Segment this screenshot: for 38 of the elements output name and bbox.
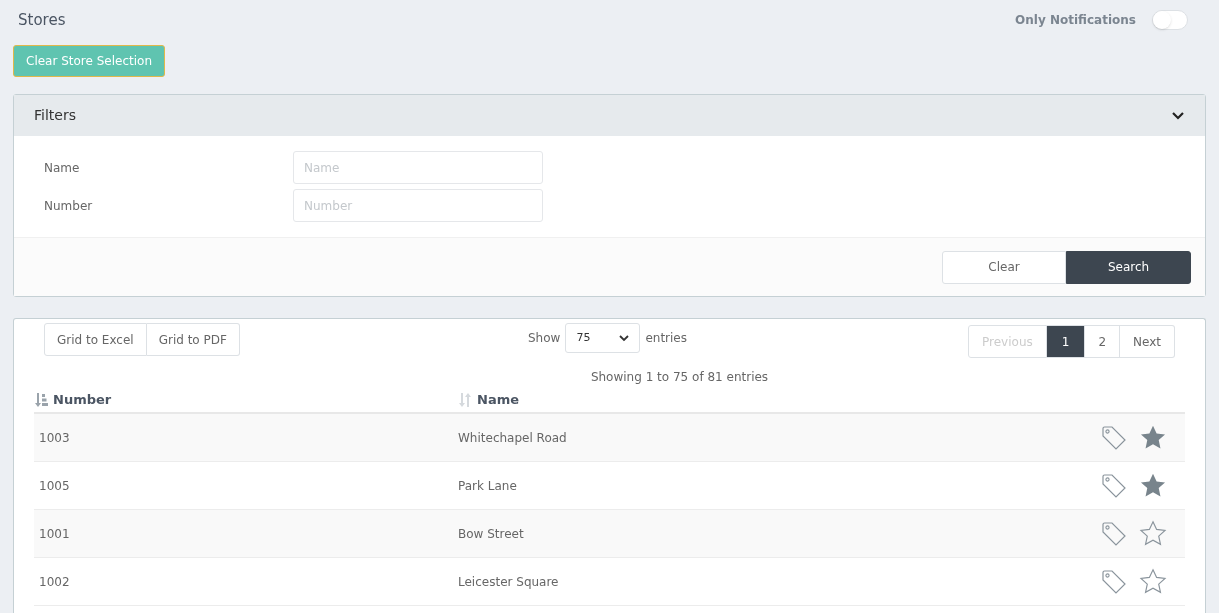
column-header[interactable]: Name bbox=[458, 390, 1185, 410]
sort-icon bbox=[458, 393, 472, 407]
page-button[interactable]: Next bbox=[1120, 325, 1175, 358]
export-button[interactable]: Grid to PDF bbox=[146, 323, 240, 356]
tag-icon[interactable] bbox=[1101, 520, 1127, 547]
show-label: Show bbox=[528, 330, 561, 347]
table-cell-text: 1001 bbox=[38, 525, 71, 543]
caret-icon bbox=[619, 334, 630, 342]
table-cell-text: 1005 bbox=[38, 477, 71, 495]
field-label: Name bbox=[44, 159, 81, 177]
tag-icon[interactable] bbox=[1101, 472, 1127, 499]
tag-icon[interactable] bbox=[1101, 424, 1127, 451]
export-button[interactable]: Grid to Excel bbox=[44, 323, 147, 356]
entries-label: entries bbox=[645, 330, 687, 347]
page-title: Stores bbox=[18, 9, 66, 31]
page-button[interactable]: 1 bbox=[1046, 325, 1086, 358]
star-outline-icon[interactable] bbox=[1139, 567, 1167, 596]
input-field[interactable]: Number bbox=[293, 189, 543, 222]
table-cell-text: Leicester Square bbox=[458, 573, 560, 591]
sort-ascending-icon bbox=[34, 393, 48, 407]
clear-button[interactable]: Clear bbox=[942, 250, 1066, 284]
field-label: Number bbox=[44, 197, 94, 215]
page-size-select[interactable]: 75 bbox=[565, 323, 641, 353]
table-cell-text: Whitechapel Road bbox=[458, 429, 568, 447]
panel-title: Filters bbox=[34, 106, 76, 125]
entries-info: Showing 1 to 75 of 81 entries bbox=[590, 369, 769, 386]
page-button[interactable]: 2 bbox=[1085, 325, 1121, 358]
toggle-switch[interactable] bbox=[1152, 10, 1188, 30]
toggle-label: Only Notifications bbox=[1015, 12, 1136, 29]
column-header[interactable]: Number bbox=[34, 390, 458, 410]
search-button[interactable]: Search bbox=[1066, 250, 1191, 284]
table-cell-text: Bow Street bbox=[458, 525, 525, 543]
star-outline-icon[interactable] bbox=[1139, 519, 1167, 548]
input-field[interactable]: Name bbox=[293, 151, 543, 184]
table-cell-text: 1002 bbox=[38, 573, 71, 591]
table-cell-text: Park Lane bbox=[458, 477, 518, 495]
table-cell-text: 1003 bbox=[38, 429, 71, 447]
tag-icon[interactable] bbox=[1101, 568, 1127, 595]
